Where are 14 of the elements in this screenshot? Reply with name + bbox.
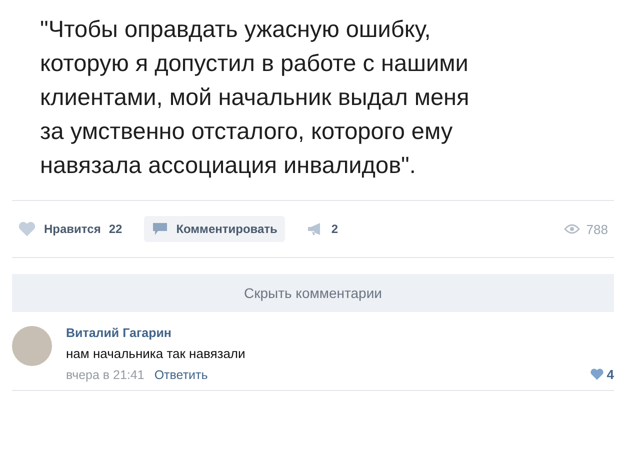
comment-text: нам начальника так навязали	[66, 346, 246, 361]
reply-link[interactable]: Ответить	[154, 368, 208, 382]
avatar	[12, 326, 52, 366]
comment-button[interactable]: Комментировать	[144, 216, 286, 242]
comment-time: вчера в 21:41	[66, 368, 144, 382]
like-count: 4	[606, 367, 614, 382]
eye-icon	[564, 224, 580, 234]
share-button[interactable]: 2	[299, 216, 346, 242]
speech-bubble-icon	[152, 222, 168, 236]
view-count: 788	[586, 222, 608, 236]
comment-author[interactable]: Виталий Гагарин	[66, 326, 614, 340]
hide-comments-button[interactable]: Скрыть комментарии	[12, 274, 614, 312]
like-button[interactable]: Нравится 22	[10, 214, 130, 244]
post-text: "Чтобы оправдать ужасную ошибку, которую я допустил в работе с нашими клиентами, мой начальник выдал меня за умственно отсталого, которого ему навязала ассоциация инвалидов".	[40, 15, 470, 180]
